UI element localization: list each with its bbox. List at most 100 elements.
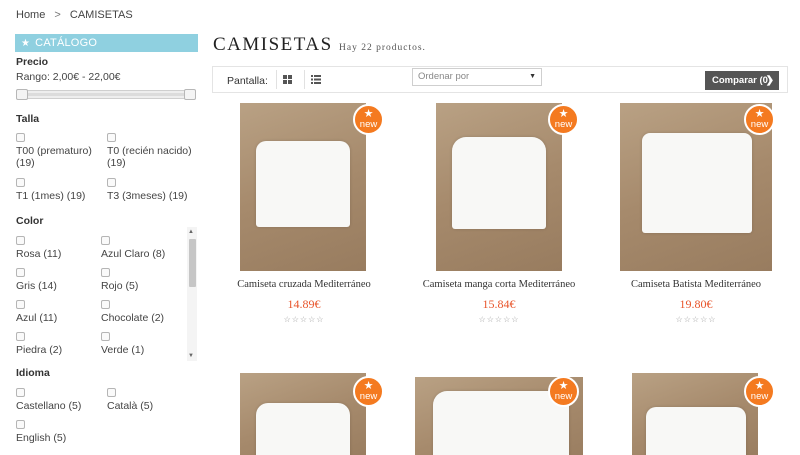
scroll-down-arrow-icon[interactable]: ▼ <box>188 353 194 359</box>
product-card[interactable]: ★ new <box>600 373 790 455</box>
grid-view-button[interactable] <box>276 70 298 89</box>
color-option[interactable]: Azul Claro (8) <box>101 236 165 260</box>
checkbox[interactable] <box>16 133 25 142</box>
compare-button[interactable]: Comparar (0) ❯ <box>705 71 779 90</box>
color-option-label: Azul (11) <box>16 312 58 324</box>
checkbox[interactable] <box>16 236 25 245</box>
product-image[interactable] <box>240 103 366 271</box>
breadcrumb-current: CAMISETAS <box>69 9 133 21</box>
sidebar-filters: ★ CATÁLOGO Precio Rango: 2,00€ - 22,00€ T… <box>15 34 198 444</box>
scrollbar-thumb[interactable] <box>189 239 196 287</box>
checkbox[interactable] <box>16 178 25 187</box>
new-badge: ★ new <box>744 376 775 407</box>
checkbox[interactable] <box>107 133 116 142</box>
new-badge: ★ new <box>744 104 775 135</box>
product-image[interactable] <box>632 373 758 455</box>
product-name[interactable]: Camiseta Batista Mediterráneo <box>600 279 792 290</box>
color-option-label: Rojo (5) <box>101 280 139 292</box>
size-option-count: (19) <box>16 157 35 169</box>
checkbox[interactable] <box>101 268 110 277</box>
price-slider-track <box>23 93 189 96</box>
compare-label: Comparar (0) <box>712 75 772 86</box>
size-option-label: T3 (3meses) (19) <box>107 190 188 202</box>
product-card[interactable]: ★ new <box>404 376 594 455</box>
checkbox[interactable] <box>16 268 25 277</box>
color-option[interactable]: Azul (11) <box>16 300 57 324</box>
color-option[interactable]: Piedra (2) <box>16 332 62 356</box>
grid-icon <box>283 75 292 84</box>
language-option-label: Castellano (5) <box>16 400 82 412</box>
size-option[interactable]: T00 (prematuro) (19) <box>16 133 92 169</box>
scroll-up-arrow-icon[interactable]: ▲ <box>188 229 194 235</box>
size-option-label: T1 (1mes) (19) <box>16 190 86 202</box>
catalog-label: CATÁLOGO <box>35 37 98 49</box>
new-badge: ★ new <box>548 376 579 407</box>
color-option-label: Gris (14) <box>16 280 57 292</box>
product-price: 19.80€ <box>679 297 713 311</box>
sort-select[interactable]: Ordenar por ▼ <box>412 68 542 86</box>
color-option-label: Rosa (11) <box>16 248 62 260</box>
breadcrumb-separator: > <box>54 9 61 21</box>
checkbox[interactable] <box>16 388 25 397</box>
product-name[interactable]: Camiseta manga corta Mediterráneo <box>404 279 594 290</box>
breadcrumb: Home > CAMISETAS <box>16 9 133 21</box>
price-range-text: Rango: 2,00€ - 22,00€ <box>16 71 121 83</box>
size-facet-title: Talla <box>16 113 40 125</box>
checkbox[interactable] <box>101 300 110 309</box>
color-option[interactable]: Gris (14) <box>16 268 57 292</box>
list-view-button[interactable] <box>304 70 326 89</box>
product-card[interactable]: ★ new <box>212 373 396 455</box>
price-slider-min-handle[interactable] <box>16 89 28 100</box>
list-icon <box>310 75 321 84</box>
page-title: CAMISETAS <box>213 34 333 55</box>
display-label: Pantalla: <box>227 75 268 87</box>
language-facet-title: Idioma <box>16 367 50 379</box>
checkbox[interactable] <box>107 178 116 187</box>
color-option-label: Piedra (2) <box>16 344 63 356</box>
new-badge: ★ new <box>353 376 384 407</box>
color-facet-title: Color <box>16 215 44 227</box>
price-slider[interactable] <box>16 89 196 100</box>
color-option[interactable]: Rojo (5) <box>101 268 138 292</box>
language-option[interactable]: Català (5) <box>107 388 153 412</box>
product-card[interactable]: ★ new Camiseta manga corta Mediterráneo … <box>404 103 588 328</box>
color-option[interactable]: Chocolate (2) <box>101 300 164 324</box>
product-price: 15.84€ <box>482 297 516 311</box>
color-option-label: Azul Claro (8) <box>101 248 166 260</box>
price-facet-title: Precio <box>16 56 49 68</box>
language-option-label: English (5) <box>16 432 67 444</box>
checkbox[interactable] <box>101 332 110 341</box>
checkbox[interactable] <box>16 300 25 309</box>
product-name[interactable]: Camiseta cruzada Mediterráneo <box>212 279 396 290</box>
checkbox[interactable] <box>16 332 25 341</box>
product-rating: ☆☆☆☆☆ <box>675 315 717 324</box>
product-count: Hay 22 productos. <box>339 43 426 53</box>
checkbox[interactable] <box>16 420 25 429</box>
catalog-header: ★ CATÁLOGO <box>15 34 198 52</box>
color-list-scrollbar[interactable]: ▲ ▼ <box>187 227 197 361</box>
product-price: 14.89€ <box>287 297 321 311</box>
chevron-right-icon: ❯ <box>765 75 774 86</box>
checkbox[interactable] <box>107 388 116 397</box>
language-option[interactable]: English (5) <box>16 420 66 444</box>
listing-toolbar: Pantalla: Ordenar por ▼ Comparar (0) ❯ <box>212 66 788 93</box>
new-badge: ★ new <box>353 104 384 135</box>
product-card[interactable]: ★ new Camiseta Batista Mediterráneo 19.8… <box>600 103 790 328</box>
language-option-label: Català (5) <box>107 400 154 412</box>
checkbox[interactable] <box>101 236 110 245</box>
product-image[interactable] <box>436 103 562 271</box>
product-card[interactable]: ★ new Camiseta cruzada Mediterráneo 14.8… <box>212 103 396 328</box>
product-rating: ☆☆☆☆☆ <box>478 315 520 324</box>
language-option[interactable]: Castellano (5) <box>16 388 81 412</box>
breadcrumb-home-link[interactable]: Home <box>16 9 45 21</box>
color-option[interactable]: Verde (1) <box>101 332 144 356</box>
size-option[interactable]: T0 (recién nacido) (19) <box>107 133 192 169</box>
price-slider-max-handle[interactable] <box>184 89 196 100</box>
size-option[interactable]: T1 (1mes) (19) <box>16 178 85 202</box>
size-option[interactable]: T3 (3meses) (19) <box>107 178 188 202</box>
product-image[interactable] <box>240 373 366 455</box>
size-option-label: T00 (prematuro) <box>16 145 92 157</box>
product-rating: ☆☆☆☆☆ <box>283 315 325 324</box>
star-icon: ★ <box>21 38 31 49</box>
color-option[interactable]: Rosa (11) <box>16 236 61 260</box>
